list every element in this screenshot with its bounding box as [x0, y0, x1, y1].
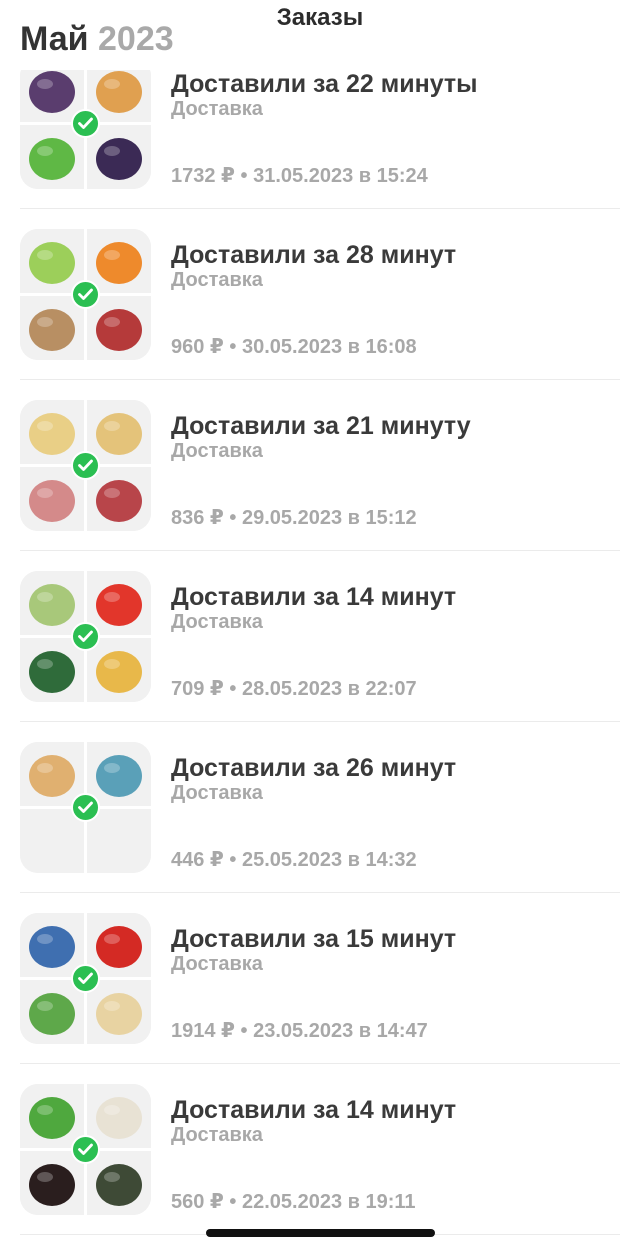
order-status-title: Доставили за 28 минут	[171, 241, 457, 269]
order-date: 28.05.2023 в 22:07	[241, 678, 417, 700]
checkmark-icon	[71, 109, 100, 138]
order-date: 25.05.2023 в 14:32	[241, 849, 417, 871]
orders-list: Доставили за 22 минуты Доставка 1732 ₽ • 3…	[0, 38, 640, 1235]
garlic-image	[87, 1084, 151, 1148]
order-row[interactable]: Доставили за 26 минут Доставка 446 ₽ • 25.…	[0, 722, 640, 893]
order-meta: 1732 ₽ • 31.05.2023 в 15:24	[171, 163, 428, 188]
order-row[interactable]: Доставили за 15 минут Доставка 1914 ₽ • 23…	[0, 893, 640, 1064]
meta-separator: •	[223, 1191, 242, 1213]
lettuce-image	[20, 125, 84, 189]
order-type: Доставка	[171, 98, 263, 120]
green-beans-image	[20, 980, 84, 1044]
checkmark-icon	[71, 793, 100, 822]
order-amount: 709 ₽	[171, 678, 224, 700]
bread-pack-image	[87, 1151, 151, 1215]
order-type: Доставка	[171, 1124, 263, 1146]
meta-separator: •	[223, 678, 242, 700]
order-type: Доставка	[171, 782, 263, 804]
checkmark-icon	[71, 1135, 100, 1164]
meta-separator: •	[223, 849, 242, 871]
order-thumbnail	[20, 58, 151, 189]
order-meta: 836 ₽ • 29.05.2023 в 15:12	[171, 505, 417, 530]
order-thumbnail	[20, 571, 151, 702]
order-amount: 1914 ₽	[171, 1020, 235, 1042]
order-date: 30.05.2023 в 16:08	[241, 336, 417, 358]
order-amount: 960 ₽	[171, 336, 224, 358]
order-type: Доставка	[171, 269, 263, 291]
order-thumbnail	[20, 1084, 151, 1215]
order-date: 22.05.2023 в 19:11	[241, 1191, 416, 1213]
meta-separator: •	[234, 165, 254, 187]
empty-image-cell	[87, 809, 151, 873]
order-type: Доставка	[171, 953, 263, 975]
oat-pack-image	[87, 980, 151, 1044]
order-row[interactable]: Доставили за 14 минут Доставка 560 ₽ • 22.…	[0, 1064, 640, 1235]
checkmark-icon	[71, 280, 100, 309]
order-amount: 836 ₽	[171, 507, 224, 529]
order-meta: 709 ₽ • 28.05.2023 в 22:07	[171, 676, 417, 701]
cola-bottle-image	[20, 1151, 84, 1215]
chicken-pack-4-image	[87, 742, 151, 806]
month-section-header: Май 2023	[20, 20, 174, 59]
red-peppers-image	[87, 913, 151, 977]
order-row[interactable]: Доставили за 14 минут Доставка 709 ₽ • 28.…	[0, 551, 640, 722]
order-date: 23.05.2023 в 14:47	[253, 1020, 428, 1042]
spinach-pack-image	[20, 638, 84, 702]
meat-pack-2-image	[87, 467, 151, 531]
meat-pack-image	[87, 296, 151, 360]
order-date: 31.05.2023 в 15:24	[253, 165, 428, 187]
top-bar: Заказы Май 2023	[0, 0, 640, 70]
potatoes-image	[20, 296, 84, 360]
order-thumbnail	[20, 229, 151, 360]
order-row[interactable]: Доставили за 21 минуту Доставка 836 ₽ • 29…	[0, 380, 640, 551]
order-type: Доставка	[171, 440, 263, 462]
year-label: 2023	[98, 20, 174, 58]
carrots-image	[87, 229, 151, 293]
order-amount: 446 ₽	[171, 849, 224, 871]
order-row[interactable]: Доставили за 28 минут Доставка 960 ₽ • 30.…	[0, 209, 640, 380]
jam-jar-image	[87, 125, 151, 189]
chicken-pack-image	[20, 467, 84, 531]
empty-image-cell	[20, 809, 84, 873]
order-status-title: Доставили за 21 минуту	[171, 412, 471, 440]
order-meta: 1914 ₽ • 23.05.2023 в 14:47	[171, 1018, 428, 1043]
order-meta: 960 ₽ • 30.05.2023 в 16:08	[171, 334, 417, 359]
checkmark-icon	[71, 964, 100, 993]
month-label: Май	[20, 20, 89, 58]
crackers-image	[87, 638, 151, 702]
meta-separator: •	[223, 507, 242, 529]
order-date: 29.05.2023 в 15:12	[241, 507, 417, 529]
order-amount: 560 ₽	[171, 1191, 224, 1213]
checkmark-icon	[71, 451, 100, 480]
meta-separator: •	[223, 336, 242, 358]
home-indicator	[206, 1229, 435, 1237]
order-meta: 446 ₽ • 25.05.2023 в 14:32	[171, 847, 417, 872]
order-meta: 560 ₽ • 22.05.2023 в 19:11	[171, 1189, 416, 1214]
order-thumbnail	[20, 742, 151, 873]
order-thumbnail	[20, 913, 151, 1044]
tomatoes-image	[87, 571, 151, 635]
order-status-title: Доставили за 22 минуты	[171, 70, 478, 98]
meta-separator: •	[234, 1020, 254, 1042]
order-type: Доставка	[171, 611, 263, 633]
order-thumbnail	[20, 400, 151, 531]
order-status-title: Доставили за 15 минут	[171, 925, 457, 953]
order-status-title: Доставили за 14 минут	[171, 1096, 457, 1124]
order-status-title: Доставили за 26 минут	[171, 754, 457, 782]
checkmark-icon	[71, 622, 100, 651]
order-status-title: Доставили за 14 минут	[171, 583, 457, 611]
chips-bowl-2-image	[87, 400, 151, 464]
order-amount: 1732 ₽	[171, 165, 235, 187]
